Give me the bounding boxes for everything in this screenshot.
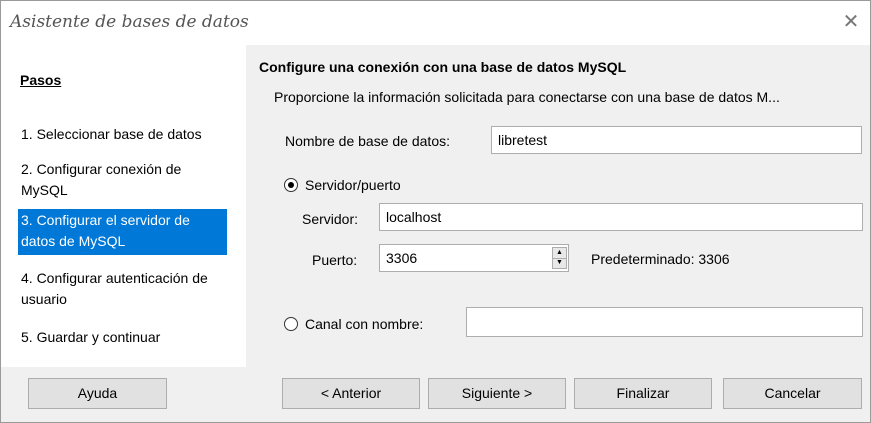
port-spinner[interactable]: ▲ ▼ xyxy=(552,247,567,269)
help-button[interactable]: Ayuda xyxy=(28,378,167,409)
step-configure-mysql-server[interactable]: 3. Configurar el servidor de datos de My… xyxy=(18,209,227,255)
next-button[interactable]: Siguiente > xyxy=(428,378,566,409)
database-name-label: Nombre de base de datos: xyxy=(285,133,450,149)
back-button[interactable]: < Anterior xyxy=(282,378,420,409)
page-description: Proporcione la información solicitada pa… xyxy=(274,89,780,105)
step-select-database[interactable]: 1. Seleccionar base de datos xyxy=(18,123,227,146)
close-icon[interactable]: ✕ xyxy=(838,9,864,35)
spin-down-icon[interactable]: ▼ xyxy=(553,258,566,268)
database-name-input[interactable]: libretest xyxy=(491,126,862,154)
finish-button[interactable]: Finalizar xyxy=(574,378,712,409)
cancel-button[interactable]: Cancelar xyxy=(723,378,862,409)
port-input[interactable]: 3306 xyxy=(379,244,569,272)
port-label: Puerto: xyxy=(312,252,358,268)
server-label: Servidor: xyxy=(302,211,359,227)
page-heading: Configure una conexión con una base de d… xyxy=(259,59,627,75)
step-save-and-continue[interactable]: 5. Guardar y continuar xyxy=(18,326,227,349)
named-pipe-radio-label[interactable]: Canal con nombre: xyxy=(305,316,423,332)
steps-title: Pasos xyxy=(20,72,62,88)
step-configure-mysql-connection[interactable]: 2. Configurar conexión de MySQL xyxy=(18,158,227,202)
step-configure-user-authentication[interactable]: 4. Configurar autenticación de usuario xyxy=(18,267,227,311)
title-bar: Asistente de bases de datos ✕ xyxy=(1,1,870,45)
server-input[interactable]: localhost xyxy=(379,203,863,231)
server-port-radio-label[interactable]: Servidor/puerto xyxy=(305,177,401,193)
named-pipe-input[interactable] xyxy=(466,307,863,337)
main-panel: Configure una conexión con una base de d… xyxy=(247,45,870,367)
window-title: Asistente de bases de datos xyxy=(10,12,249,32)
named-pipe-radio[interactable] xyxy=(284,317,298,331)
database-wizard-dialog: Asistente de bases de datos ✕ Pasos 1. S… xyxy=(0,0,871,423)
steps-sidebar: Pasos 1. Seleccionar base de datos 2. Co… xyxy=(1,45,246,367)
server-port-radio[interactable] xyxy=(284,178,298,192)
port-default-text: Predeterminado: 3306 xyxy=(591,251,730,267)
